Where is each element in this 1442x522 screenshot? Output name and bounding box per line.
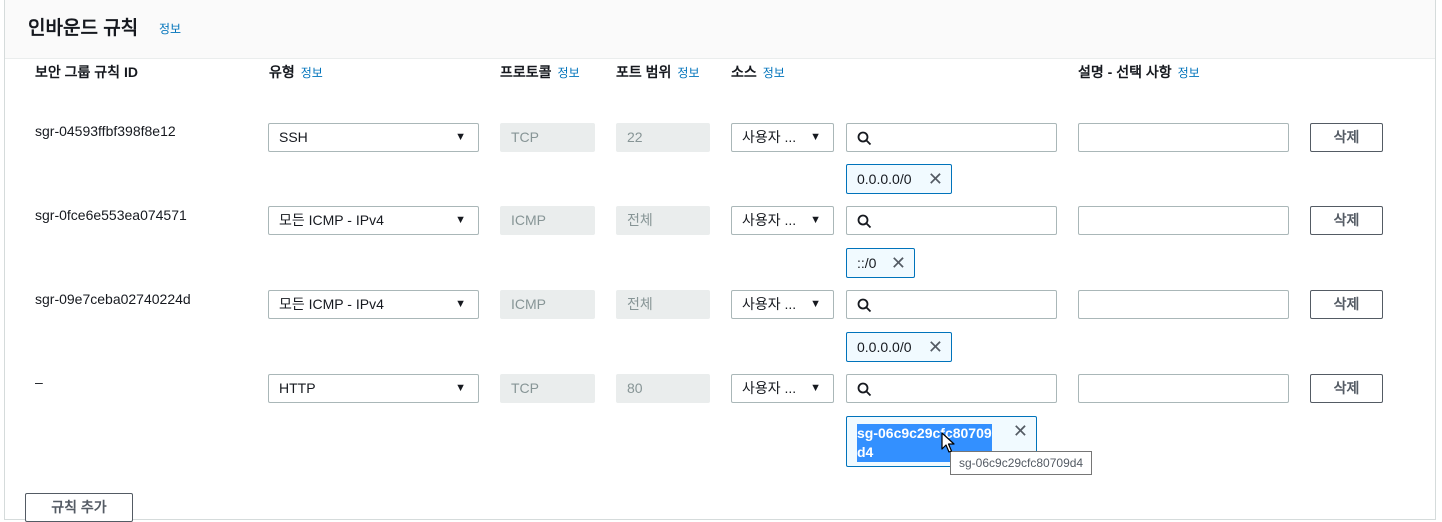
protocol-field: ICMP — [500, 290, 595, 319]
mouse-cursor-icon — [941, 432, 955, 453]
panel-header: 인바운드 규칙 정보 — [5, 0, 1435, 59]
column-header-protocol: 프로토콜 정보 — [500, 64, 580, 80]
search-icon — [857, 214, 872, 229]
add-rule-button[interactable]: 규칙 추가 — [25, 493, 133, 522]
info-link[interactable]: 정보 — [677, 66, 699, 80]
close-icon[interactable]: ✕ — [1013, 422, 1028, 440]
type-select[interactable]: HTTP ▼ — [268, 374, 479, 403]
info-link[interactable]: 정보 — [558, 66, 580, 80]
info-link[interactable]: 정보 — [301, 66, 323, 80]
type-select[interactable]: 모든 ICMP - IPv4 ▼ — [268, 206, 479, 235]
source-token: 0.0.0.0/0 ✕ — [846, 332, 952, 362]
panel-title: 인바운드 규칙 — [28, 18, 139, 39]
description-input[interactable] — [1078, 374, 1289, 403]
description-input[interactable] — [1078, 206, 1289, 235]
port-range-field: 전체 — [616, 206, 710, 235]
source-search-input[interactable] — [846, 374, 1057, 403]
source-select[interactable]: 사용자 ... ▼ — [731, 206, 834, 235]
type-select[interactable]: 모든 ICMP - IPv4 ▼ — [268, 290, 479, 319]
caret-down-icon: ▼ — [810, 382, 821, 394]
tooltip: sg-06c9c29cfc80709d4 — [950, 451, 1093, 475]
source-select[interactable]: 사용자 ... ▼ — [731, 123, 834, 152]
protocol-field: TCP — [500, 123, 595, 152]
delete-button[interactable]: 삭제 — [1310, 290, 1383, 319]
caret-down-icon: ▼ — [810, 214, 821, 226]
source-token: 0.0.0.0/0 ✕ — [846, 164, 952, 194]
info-link[interactable]: 정보 — [763, 66, 785, 80]
search-icon — [857, 382, 872, 397]
info-link[interactable]: 정보 — [159, 20, 181, 37]
caret-down-icon: ▼ — [455, 382, 466, 394]
column-header-port-range: 포트 범위 정보 — [616, 64, 700, 80]
column-header-rule-id: 보안 그룹 규칙 ID — [35, 64, 138, 80]
source-select[interactable]: 사용자 ... ▼ — [731, 290, 834, 319]
port-range-field: 전체 — [616, 290, 710, 319]
source-search-input[interactable] — [846, 206, 1057, 235]
caret-down-icon: ▼ — [810, 298, 821, 310]
caret-down-icon: ▼ — [455, 298, 466, 310]
delete-button[interactable]: 삭제 — [1310, 123, 1383, 152]
caret-down-icon: ▼ — [455, 214, 466, 226]
source-search-input[interactable] — [846, 290, 1057, 319]
close-icon[interactable]: ✕ — [928, 338, 943, 356]
close-icon[interactable]: ✕ — [928, 170, 943, 188]
inbound-rules-panel: 인바운드 규칙 정보 — [4, 0, 1436, 520]
delete-button[interactable]: 삭제 — [1310, 206, 1383, 235]
column-header-source: 소스 정보 — [731, 64, 785, 80]
protocol-field: TCP — [500, 374, 595, 403]
close-icon[interactable]: ✕ — [891, 254, 906, 272]
port-range-field: 80 — [616, 374, 710, 403]
source-token: ::/0 ✕ — [846, 248, 915, 278]
protocol-field: ICMP — [500, 206, 595, 235]
caret-down-icon: ▼ — [455, 131, 466, 143]
source-select[interactable]: 사용자 ... ▼ — [731, 374, 834, 403]
search-icon — [857, 298, 872, 313]
column-header-description: 설명 - 선택 사항 정보 — [1078, 64, 1200, 80]
rule-id: sgr-0fce6e553ea074571 — [35, 207, 187, 223]
caret-down-icon: ▼ — [810, 131, 821, 143]
info-link[interactable]: 정보 — [1178, 66, 1200, 80]
rule-id: sgr-09e7ceba02740224d — [35, 291, 191, 307]
rule-id: sgr-04593ffbf398f8e12 — [35, 123, 176, 139]
column-header-type: 유형 정보 — [269, 64, 323, 80]
port-range-field: 22 — [616, 123, 710, 152]
description-input[interactable] — [1078, 290, 1289, 319]
rule-id: – — [35, 374, 43, 390]
source-search-input[interactable] — [846, 123, 1057, 152]
type-select[interactable]: SSH ▼ — [268, 123, 479, 152]
delete-button[interactable]: 삭제 — [1310, 374, 1383, 403]
search-icon — [857, 131, 872, 146]
description-input[interactable] — [1078, 123, 1289, 152]
